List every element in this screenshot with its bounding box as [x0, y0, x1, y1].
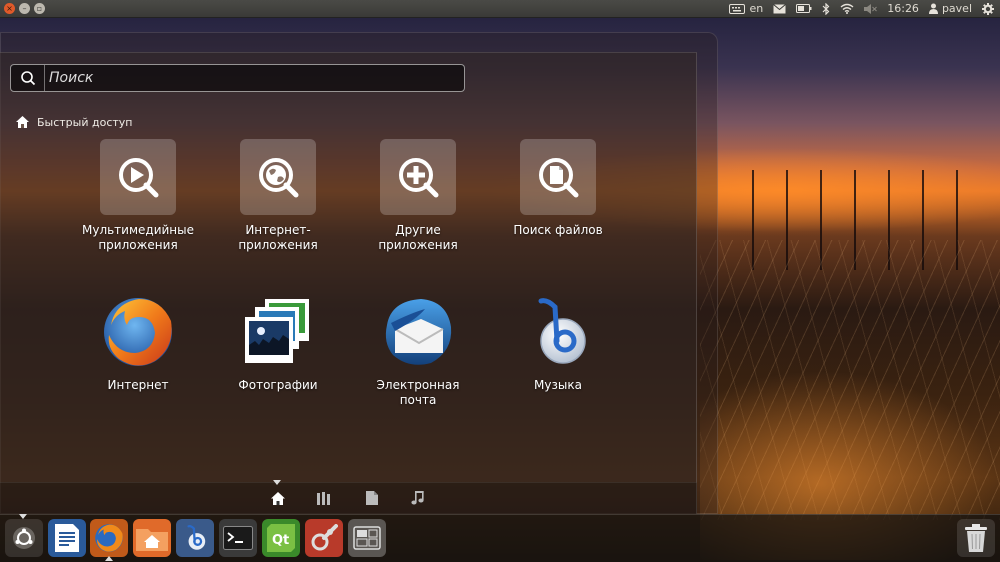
banshee-icon	[538, 298, 586, 364]
ubuntu-button-icon	[13, 527, 35, 549]
files-lens-icon	[366, 491, 378, 505]
launcher-home-folder[interactable]	[133, 519, 171, 557]
launcher-system-settings[interactable]	[305, 519, 343, 557]
system-settings-icon	[311, 524, 338, 551]
section-header: Быстрый доступ	[16, 114, 133, 130]
more-apps-icon	[399, 158, 439, 198]
tile-label: Музыка	[534, 378, 582, 392]
volume-muted-icon	[864, 3, 878, 14]
terminal-icon	[223, 526, 253, 550]
tile-label: Интернет-приложения	[238, 223, 318, 252]
favorite-email[interactable]: Электронная почта	[348, 294, 488, 408]
home-folder-icon	[136, 529, 168, 551]
wifi-icon	[840, 3, 854, 14]
launcher-running-indicator	[105, 556, 113, 561]
shortcut-more-apps[interactable]: Другие приложения	[348, 139, 488, 253]
launcher-firefox[interactable]	[90, 519, 128, 557]
favorite-music[interactable]: Музыка	[488, 294, 628, 393]
battery-indicator[interactable]	[796, 4, 812, 13]
tile-label: Другие приложения	[378, 223, 458, 252]
favorite-photos[interactable]: Фотографии	[208, 294, 348, 393]
launcher-ubuntu-button[interactable]	[5, 519, 43, 557]
launcher-banshee[interactable]	[176, 519, 214, 557]
lens-files[interactable]	[362, 488, 382, 508]
home-lens-icon	[271, 491, 285, 505]
lens-music[interactable]	[408, 488, 428, 508]
launcher-terminal[interactable]	[219, 519, 257, 557]
bluetooth-icon	[822, 2, 830, 15]
battery-icon	[796, 4, 812, 13]
libreoffice-writer-icon	[55, 524, 79, 552]
media-apps-icon	[119, 158, 159, 198]
trash-icon	[965, 524, 987, 552]
session-menu[interactable]	[982, 2, 994, 15]
top-panel: × – ▫ en 16:26 pavel	[0, 0, 1000, 18]
search-icon	[11, 65, 45, 91]
keyboard-icon	[729, 3, 746, 14]
keyboard-indicator[interactable]: en	[729, 2, 763, 15]
mail-indicator[interactable]	[773, 3, 787, 14]
dash-search-box[interactable]	[10, 64, 465, 92]
favorite-internet[interactable]: Интернет	[68, 294, 208, 393]
gear-icon	[982, 2, 994, 15]
close-icon[interactable]: ×	[4, 3, 15, 14]
minimize-icon[interactable]: –	[19, 3, 30, 14]
indicator-area: en 16:26 pavel	[729, 2, 1000, 15]
tile-label: Электронная почта	[376, 378, 460, 407]
window-controls: × – ▫	[0, 3, 45, 14]
internet-apps-icon	[259, 158, 299, 198]
lens-bar	[0, 482, 697, 514]
launcher-trash[interactable]	[957, 519, 995, 557]
applications-lens-icon	[317, 491, 330, 505]
workspace-switcher-icon	[353, 526, 381, 550]
music-lens-icon	[411, 491, 424, 505]
shortcut-internet-apps[interactable]: Интернет-приложения	[208, 139, 348, 253]
lens-home[interactable]	[268, 488, 288, 508]
firefox-icon	[104, 298, 172, 366]
home-icon	[16, 116, 29, 128]
maximize-icon[interactable]: ▫	[34, 3, 45, 14]
search-input[interactable]	[45, 65, 464, 91]
find-files-icon	[539, 158, 579, 198]
tile-label: Мультимедийные приложения	[81, 223, 195, 252]
lens-applications[interactable]	[314, 488, 334, 508]
user-icon	[928, 3, 938, 14]
photos-icon	[245, 299, 309, 363]
firefox-icon	[95, 524, 123, 552]
keyboard-layout-label: en	[749, 2, 764, 15]
network-indicator[interactable]	[840, 3, 854, 14]
tile-label: Интернет	[107, 378, 169, 392]
shortcut-find-files[interactable]: Поиск файлов	[488, 139, 628, 238]
clock[interactable]: 16:26	[887, 2, 919, 15]
bluetooth-indicator[interactable]	[822, 2, 830, 15]
shortcut-media-apps[interactable]: Мультимедийные приложения	[68, 139, 208, 253]
tile-label: Поиск файлов	[513, 223, 603, 237]
user-name: pavel	[941, 2, 972, 15]
svg-text:Qt: Qt	[272, 533, 289, 548]
thunderbird-icon	[385, 299, 452, 365]
launcher-workspace-switcher[interactable]	[348, 519, 386, 557]
banshee-icon	[187, 524, 206, 550]
tile-label: Фотографии	[238, 378, 318, 392]
sound-indicator[interactable]	[864, 3, 878, 14]
mail-icon	[773, 3, 787, 13]
section-title: Быстрый доступ	[37, 115, 133, 129]
qt-creator-icon: Qt	[267, 524, 295, 552]
active-lens-marker	[273, 480, 281, 485]
user-menu[interactable]: pavel	[928, 2, 972, 15]
launcher-qt-creator[interactable]: Qt	[262, 519, 300, 557]
launcher-writer[interactable]	[48, 519, 86, 557]
